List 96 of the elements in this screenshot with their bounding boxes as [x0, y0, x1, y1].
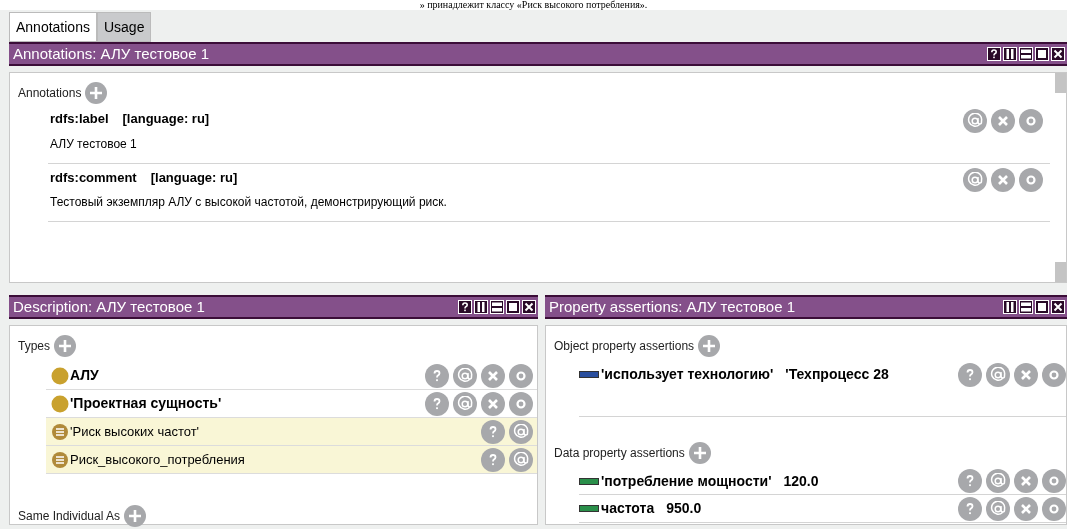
plus-icon: [693, 447, 706, 459]
property-value: 950.0: [666, 499, 702, 518]
at-sign-icon: [457, 395, 473, 412]
maximize-icon[interactable]: [506, 300, 520, 314]
defined-class-icon: [51, 422, 69, 441]
view-title: Annotations: АЛУ тестовое 1: [13, 43, 210, 64]
delete-button[interactable]: [481, 391, 505, 416]
language-tag: [language: ru]: [122, 109, 210, 129]
help-icon[interactable]: [458, 300, 472, 314]
add-button[interactable]: [698, 335, 721, 357]
plus-icon: [129, 510, 142, 522]
delete-button[interactable]: [481, 363, 505, 388]
help-button[interactable]: [958, 469, 982, 493]
annotate-button[interactable]: [986, 362, 1010, 387]
property-name: 'потребление мощности': [601, 471, 772, 491]
split-horizontal-icon[interactable]: [1019, 47, 1033, 61]
view-title: Property assertions: АЛУ тестовое 1: [549, 296, 795, 317]
annotate-button[interactable]: [963, 167, 987, 192]
help-button[interactable]: [425, 363, 449, 388]
annotation-property: rdfs:comment: [50, 168, 137, 187]
at-sign-icon: [990, 500, 1006, 517]
annotate-button[interactable]: [986, 496, 1010, 521]
help-button[interactable]: [481, 447, 505, 472]
property-name: частота: [601, 499, 655, 518]
plus-icon: [90, 87, 103, 99]
edit-button[interactable]: [1042, 496, 1066, 521]
language-tag: [language: ru]: [150, 167, 238, 187]
section-label: Types: [18, 338, 50, 355]
add-button[interactable]: [688, 442, 711, 464]
close-icon[interactable]: [522, 300, 536, 314]
annotation-value: АЛУ тестовое 1: [50, 135, 138, 153]
split-horizontal-icon[interactable]: [490, 300, 504, 314]
section-label: Object property assertions: [554, 338, 695, 355]
at-sign-icon: [513, 423, 529, 440]
help-button[interactable]: [425, 391, 449, 416]
annotate-button[interactable]: [453, 391, 477, 416]
split-vertical-icon[interactable]: [474, 300, 488, 314]
annotate-button[interactable]: [509, 447, 533, 472]
annotate-button[interactable]: [986, 469, 1010, 493]
help-button[interactable]: [481, 419, 505, 444]
split-vertical-icon[interactable]: [1003, 47, 1017, 61]
section-label: Annotations: [18, 85, 82, 102]
edit-button[interactable]: [509, 363, 533, 388]
class-name: АЛУ: [70, 366, 99, 385]
split-vertical-icon[interactable]: [1003, 300, 1017, 314]
at-sign-icon: [967, 171, 983, 188]
help-icon[interactable]: [987, 47, 1001, 61]
section-label: Data property assertions: [554, 445, 685, 462]
class-name: 'Проектная сущность': [70, 394, 222, 413]
class-name: Риск_высокого_потребления: [70, 450, 245, 469]
annotate-button[interactable]: [963, 109, 987, 133]
maximize-icon[interactable]: [1035, 300, 1049, 314]
class-name: 'Риск высоких частот': [70, 422, 200, 441]
property-value: 120.0: [783, 471, 819, 491]
delete-button[interactable]: [1014, 362, 1038, 387]
tab[interactable]: Annotations: [9, 12, 97, 42]
edit-button[interactable]: [1019, 167, 1043, 192]
edit-button[interactable]: [1019, 109, 1043, 133]
defined-class-icon: [51, 450, 69, 469]
annotation-value: Тестовый экземпляр АЛУ с высокой частотой, демонстрирующий риск.: [50, 194, 447, 211]
tab[interactable]: Usage: [96, 12, 152, 42]
help-button[interactable]: [958, 496, 982, 521]
delete-button[interactable]: [1014, 496, 1038, 521]
scrollbar-thumb[interactable]: [1055, 262, 1066, 282]
at-sign-icon: [513, 451, 529, 468]
split-horizontal-icon[interactable]: [1019, 300, 1033, 314]
plus-icon: [59, 340, 71, 352]
view-title: Description: АЛУ тестовое 1: [13, 296, 205, 317]
add-button[interactable]: [124, 505, 147, 527]
property-name: 'использует технологию': [601, 365, 774, 384]
at-sign-icon: [990, 473, 1006, 489]
at-sign-icon: [967, 113, 983, 129]
at-sign-icon: [457, 367, 473, 384]
add-button[interactable]: [85, 82, 108, 104]
annotate-button[interactable]: [453, 363, 477, 388]
maximize-icon[interactable]: [1035, 47, 1049, 61]
scrollbar-thumb[interactable]: [1055, 73, 1066, 93]
add-button[interactable]: [54, 335, 76, 357]
at-sign-icon: [990, 366, 1006, 383]
close-icon[interactable]: [1051, 300, 1065, 314]
edit-button[interactable]: [509, 391, 533, 416]
property-value: 'Техпроцесс 28: [785, 365, 889, 384]
class-icon: [51, 394, 69, 413]
document-text: » принадлежит классу «Риск высокого потребления».: [419, 0, 648, 10]
delete-button[interactable]: [1014, 469, 1038, 493]
plus-icon: [703, 340, 716, 352]
annotate-button[interactable]: [509, 419, 533, 444]
edit-button[interactable]: [1042, 362, 1066, 387]
edit-button[interactable]: [1042, 469, 1066, 493]
class-icon: [51, 366, 69, 385]
section-label: Same Individual As: [18, 508, 121, 525]
delete-button[interactable]: [991, 109, 1015, 133]
close-icon[interactable]: [1051, 47, 1065, 61]
delete-button[interactable]: [991, 167, 1015, 192]
annotation-property: rdfs:label: [50, 110, 109, 128]
help-button[interactable]: [958, 362, 982, 387]
